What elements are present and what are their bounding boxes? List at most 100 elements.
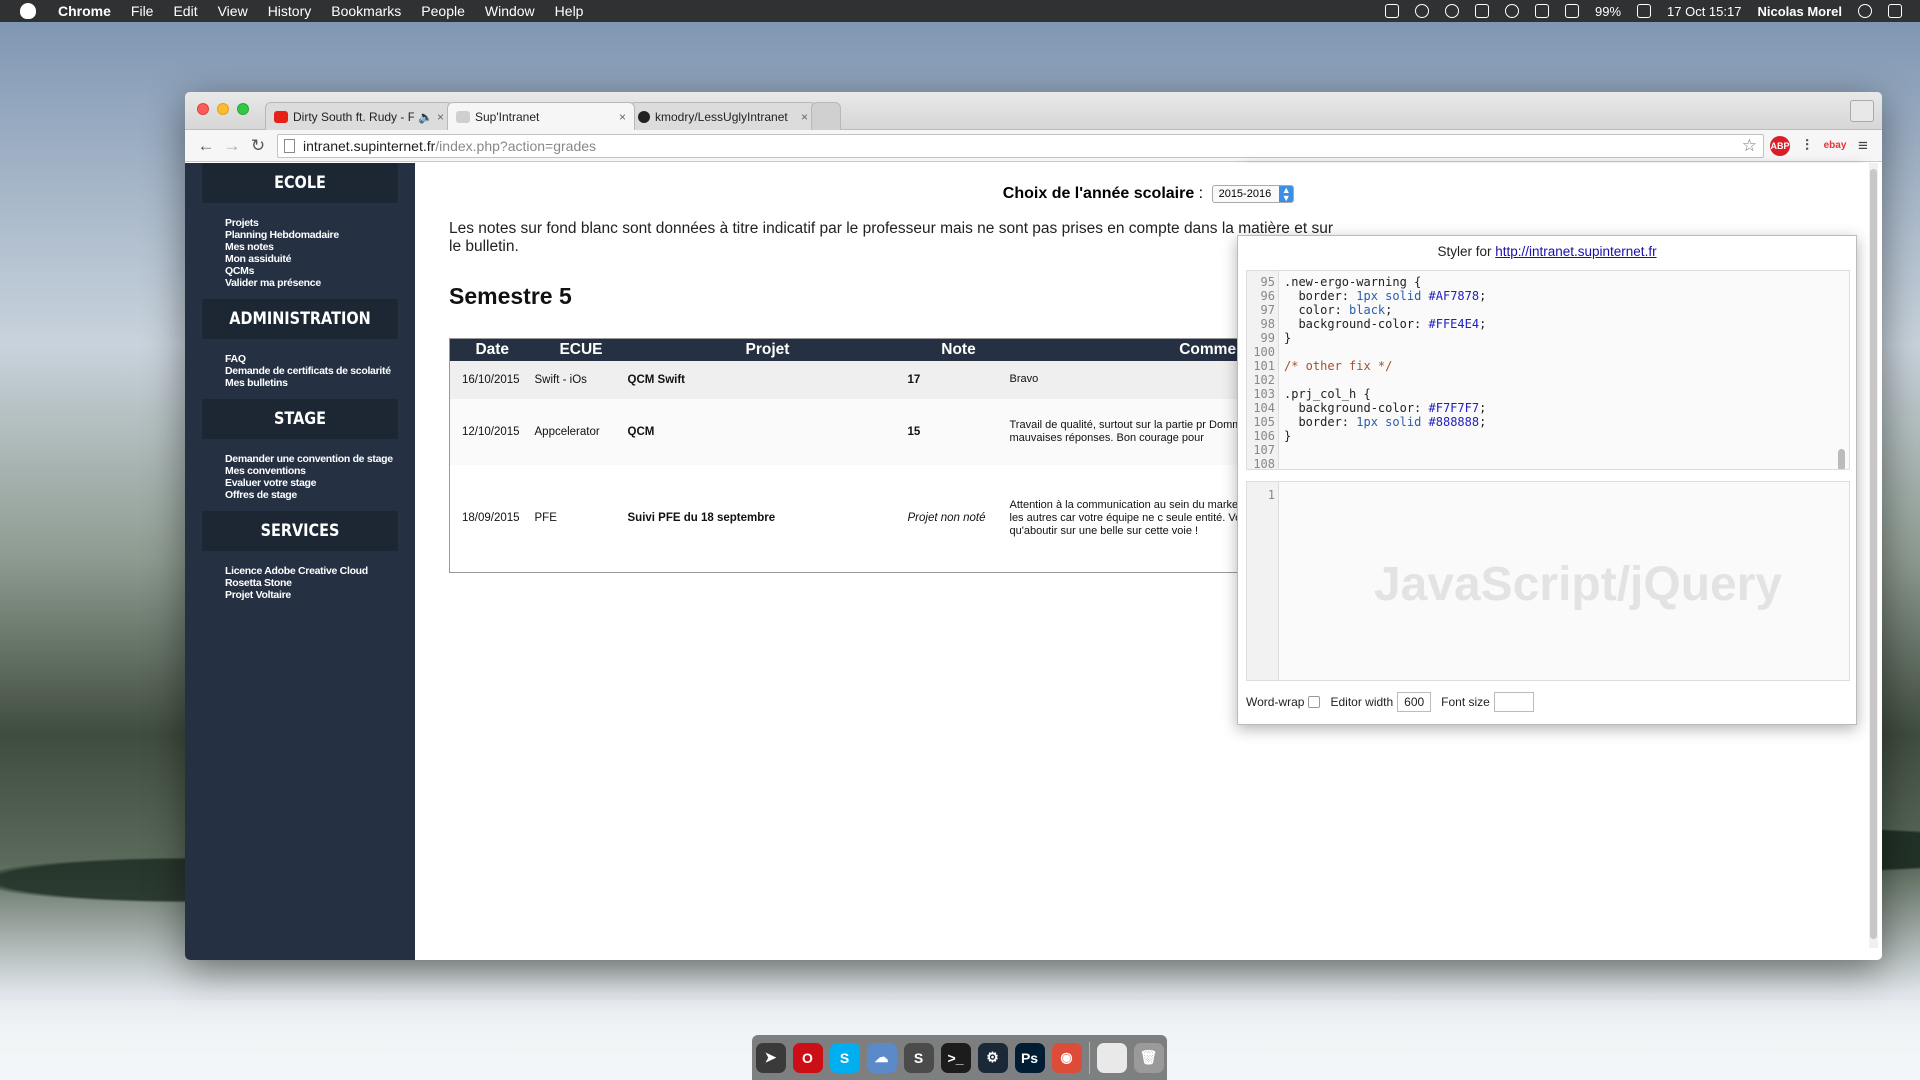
battery-icon[interactable] xyxy=(1637,4,1652,18)
close-window-button[interactable] xyxy=(197,103,209,115)
menu-file[interactable]: File xyxy=(131,3,154,19)
address-bar[interactable]: intranet.supinternet.fr /index.php?actio… xyxy=(277,133,1764,158)
year-selector-row: Choix de l'année scolaire : 2015-2016 ▲ ▼ xyxy=(415,185,1882,203)
menu-people[interactable]: People xyxy=(421,3,465,19)
airmail-icon[interactable]: ➤ xyxy=(755,1042,786,1073)
sidebar-link-bulletins[interactable]: Mes bulletins xyxy=(225,377,415,389)
skype-icon[interactable]: S xyxy=(829,1042,860,1073)
user-name[interactable]: Nicolas Morel xyxy=(1757,4,1842,19)
chrome-menu-icon[interactable]: ≡ xyxy=(1852,136,1874,156)
line-number: 104 xyxy=(1253,401,1275,415)
new-tab-button[interactable] xyxy=(811,102,841,130)
volume-icon[interactable] xyxy=(1534,4,1549,18)
page-scrollbar-thumb[interactable] xyxy=(1870,169,1877,939)
sidebar-link-rosetta[interactable]: Rosetta Stone xyxy=(225,577,415,589)
reload-icon[interactable]: ↻ xyxy=(245,136,271,156)
document-icon[interactable] xyxy=(1096,1042,1127,1073)
styler-site-link[interactable]: http://intranet.supinternet.fr xyxy=(1495,244,1656,259)
sidebar-link-demander-convention[interactable]: Demander une convention de stage xyxy=(225,453,415,465)
tab-github[interactable]: kmodry/LessUglyIntranet × xyxy=(629,102,817,130)
menu-view[interactable]: View xyxy=(218,3,248,19)
battery-percent[interactable]: 99% xyxy=(1595,4,1621,19)
airplay-icon[interactable] xyxy=(1474,4,1489,18)
sidebar-link-faq[interactable]: FAQ xyxy=(225,353,415,365)
calendar-icon[interactable] xyxy=(1564,4,1579,18)
page-scrollbar[interactable] xyxy=(1869,163,1878,948)
chrome-icon[interactable]: ◉ xyxy=(1051,1042,1082,1073)
line-number: 106 xyxy=(1253,429,1275,443)
code-line: 95 .new-ergo-warning { xyxy=(1247,275,1849,289)
steam-icon[interactable]: ⚙ xyxy=(977,1042,1008,1073)
minimize-window-button[interactable] xyxy=(217,103,229,115)
speaker-icon[interactable]: 🔈 xyxy=(418,110,433,124)
sidebar-links-administration: FAQ Demande de certificats de scolarité … xyxy=(185,339,415,399)
editor-width-input[interactable]: 600 xyxy=(1397,692,1432,712)
cell-date: 12/10/2015 xyxy=(449,398,535,465)
zoom-window-button[interactable] xyxy=(237,103,249,115)
js-editor[interactable]: 1 JavaScript/jQuery xyxy=(1246,481,1850,681)
checkbox-status-icon[interactable] xyxy=(1384,4,1399,18)
trash-icon[interactable]: 🗑 xyxy=(1133,1042,1164,1073)
macos-dock: ➤ O S ☁ S >_ ⚙ Ps ◉ 🗑 xyxy=(752,1035,1167,1080)
menu-bookmarks[interactable]: Bookmarks xyxy=(331,3,401,19)
menu-window[interactable]: Window xyxy=(485,3,535,19)
tab-title: Sup'Intranet xyxy=(475,109,540,124)
notification-center-icon[interactable] xyxy=(1888,4,1902,18)
sidebar-link-evaluer-stage[interactable]: Evaluer votre stage xyxy=(225,477,415,489)
terminal-icon[interactable]: >_ xyxy=(940,1042,971,1073)
sidebar-link-planning[interactable]: Planning Hebdomadaire xyxy=(225,229,415,241)
sync-status-icon[interactable] xyxy=(1414,4,1429,18)
line-number: 105 xyxy=(1253,415,1275,429)
equalizer-extension-icon[interactable]: ⫶ xyxy=(1796,136,1818,156)
font-size-input[interactable] xyxy=(1493,692,1534,712)
cell-projet: QCM Swift xyxy=(627,360,908,399)
css-editor-scrollbar[interactable] xyxy=(1838,449,1845,469)
adblock-plus-icon[interactable]: ABP xyxy=(1770,135,1790,156)
page-icon[interactable] xyxy=(284,138,295,153)
menu-help[interactable]: Help xyxy=(555,3,584,19)
sidebar-link-qcms[interactable]: QCMs xyxy=(225,265,415,277)
cell-date: 18/09/2015 xyxy=(449,464,535,573)
sidebar-link-offres-stage[interactable]: Offres de stage xyxy=(225,489,415,501)
sublime-icon[interactable]: S xyxy=(903,1042,934,1073)
close-tab-icon[interactable]: × xyxy=(437,110,444,124)
sidebar-link-voltaire[interactable]: Projet Voltaire xyxy=(225,589,415,601)
photoshop-icon[interactable]: Ps xyxy=(1014,1042,1045,1073)
wifi-alt-status-icon[interactable] xyxy=(1444,4,1459,18)
wordwrap-checkbox[interactable] xyxy=(1308,696,1321,708)
ebay-extension-icon[interactable]: ebay xyxy=(1824,136,1847,156)
sidebar-links-services: Licence Adobe Creative Cloud Rosetta Sto… xyxy=(185,551,415,611)
close-tab-icon[interactable]: × xyxy=(801,110,808,124)
tab-youtube[interactable]: Dirty South ft. Rudy - Fi 🔈 × xyxy=(265,102,453,130)
sidebar-link-adobe[interactable]: Licence Adobe Creative Cloud xyxy=(225,565,415,577)
close-tab-icon[interactable]: × xyxy=(619,110,626,124)
menu-app-name[interactable]: Chrome xyxy=(58,3,111,19)
menu-history[interactable]: History xyxy=(268,3,312,19)
sidebar-link-valider-presence[interactable]: Valider ma présence xyxy=(225,277,415,289)
window-titlebar[interactable]: Dirty South ft. Rudy - Fi 🔈 × Sup'Intran… xyxy=(185,92,1882,130)
code-text: background-color: #FFE4E4; xyxy=(1284,317,1487,331)
sidebar-link-projets[interactable]: Projets xyxy=(225,217,415,229)
clock[interactable]: 17 Oct 15:17 xyxy=(1667,4,1741,19)
profile-icon[interactable] xyxy=(1850,100,1874,122)
apple-icon[interactable] xyxy=(20,3,36,19)
sidebar-link-certificats[interactable]: Demande de certificats de scolarité xyxy=(225,365,415,377)
opera-icon[interactable]: O xyxy=(792,1042,823,1073)
spotlight-icon[interactable] xyxy=(1858,4,1872,18)
css-editor[interactable]: 95 .new-ergo-warning {96 border: 1px soli… xyxy=(1246,270,1850,470)
sidebar-link-mes-notes[interactable]: Mes notes xyxy=(225,241,415,253)
sidebar-link-assiduite[interactable]: Mon assiduité xyxy=(225,253,415,265)
cell-note: 17 xyxy=(907,360,1010,399)
cyberduck-icon[interactable]: ☁ xyxy=(866,1042,897,1073)
back-arrow-icon[interactable]: ← xyxy=(193,136,219,156)
wifi-icon[interactable] xyxy=(1504,4,1519,18)
sidebar-link-mes-conventions[interactable]: Mes conventions xyxy=(225,465,415,477)
bookmark-star-icon[interactable]: ☆ xyxy=(1742,136,1757,156)
styler-title: Styler for http://intranet.supinternet.f… xyxy=(1238,244,1856,259)
menu-edit[interactable]: Edit xyxy=(173,3,197,19)
tab-supintranet[interactable]: Sup'Intranet × xyxy=(447,102,635,130)
forward-arrow-icon[interactable]: → xyxy=(219,136,245,156)
year-select[interactable]: 2015-2016 ▲ ▼ xyxy=(1211,185,1295,203)
